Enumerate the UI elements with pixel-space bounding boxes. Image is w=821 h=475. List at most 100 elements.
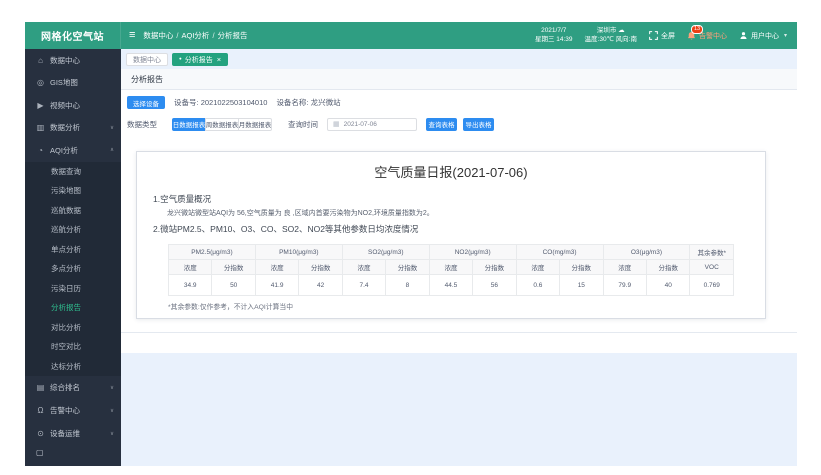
table-sub-header: 浓度 (342, 260, 385, 275)
sidebar-item-partial[interactable]: ▢ (25, 445, 121, 459)
sidebar: ⌂数据中心◎GIS地图▶视频中心▥数据分析∨◔AQI分析∧ 数据查询污染地图巡航… (25, 49, 121, 466)
table-group-header: 其余参数* (690, 245, 734, 260)
sidebar-item-data-center[interactable]: ⌂ 数据中心 (25, 49, 121, 72)
chevron-up-icon: ∧ (110, 147, 114, 153)
sidebar-subitem-cruise-analysis[interactable]: 巡航分析 (25, 220, 121, 240)
device-name-label: 设备名称: (276, 98, 308, 107)
sidebar-item-comprehensive-ranking[interactable]: ▤综合排名∨ (25, 376, 121, 399)
weather-detail: 温度:30℃ 风向:南 (585, 36, 637, 44)
query-date-input[interactable]: ▦ 2021-07-06 (327, 118, 417, 131)
chevron-down-icon: ∨ (110, 125, 114, 131)
calendar-icon: ▦ (333, 121, 340, 128)
section-header: 分析报告 (121, 69, 797, 90)
query-table-button[interactable]: 查询表格 (426, 118, 457, 131)
breadcrumb: 数据中心/AQI分析/分析报告 (143, 30, 247, 41)
sidebar-item-video-center[interactable]: ▶视频中心 (25, 94, 121, 117)
report-title: 空气质量日报(2021-07-06) (137, 162, 765, 181)
sidebar-subitem-pollution-calendar[interactable]: 污染日历 (25, 279, 121, 299)
data-type-option[interactable]: 日数据报表 (172, 118, 206, 131)
weather-city: 深圳市 (597, 27, 617, 34)
main-content: 数据中心●分析报告× 分析报告 选择设备 设备号: 20210225031040… (121, 49, 797, 466)
user-center-button[interactable]: 用户中心 ▾ (739, 31, 787, 41)
more-icon: ▢ (36, 448, 44, 457)
table-cell: 7.4 (342, 275, 385, 296)
sidebar-item-aqi-analysis[interactable]: ◔ AQI分析 ∧ (25, 139, 121, 162)
sidebar-item-label: 设备运维 (50, 428, 80, 439)
breadcrumb-separator: / (176, 31, 178, 40)
select-device-button[interactable]: 选择设备 (127, 96, 165, 109)
table-sub-header: 分指数 (386, 260, 429, 275)
bell-icon: 13 (687, 31, 696, 41)
breadcrumb-item[interactable]: AQI分析 (182, 30, 210, 41)
table-cell: 44.5 (429, 275, 472, 296)
device-name-text: 设备名称: 龙兴微站 (276, 97, 340, 108)
menu-toggle-icon[interactable]: ≡ (129, 30, 135, 41)
table-cell: 79.9 (603, 275, 646, 296)
alarm-center-button[interactable]: 13 告警中心 (687, 31, 727, 41)
sidebar-aqi-submenu: 数据查询污染地图巡航数据巡航分析单点分析多点分析污染日历分析报告对比分析时空对比… (25, 162, 121, 377)
sidebar-item-label: 告警中心 (50, 405, 80, 416)
table-sub-header: 浓度 (603, 260, 646, 275)
sidebar-item-gis-map[interactable]: ◎GIS地图 (25, 72, 121, 95)
sidebar-subitem-single-point-analysis[interactable]: 单点分析 (25, 240, 121, 260)
sidebar-item-data-analysis[interactable]: ▥ 数据分析 ∨ (25, 117, 121, 140)
breadcrumb-item[interactable]: 分析报告 (218, 30, 248, 41)
report-card: 空气质量日报(2021-07-06) 1.空气质量概况 龙兴微站微型站AQI为 … (136, 151, 766, 319)
video-icon: ▶ (36, 101, 45, 110)
table-cell: 50 (212, 275, 255, 296)
device-no-value: 2021022503104010 (201, 98, 268, 107)
sidebar-subitem-pollution-map[interactable]: 污染地图 (25, 181, 121, 201)
sidebar-subitem-standard-analysis[interactable]: 达标分析 (25, 357, 121, 377)
sidebar-subitem-spacetime-comparison[interactable]: 时空对比 (25, 337, 121, 357)
table-cell: 40 (646, 275, 689, 296)
home-icon: ⌂ (36, 56, 45, 65)
tab-label: 分析报告 (185, 55, 213, 65)
tab-analysis-report[interactable]: ●分析报告 × (172, 53, 228, 66)
table-cell: 0.6 (516, 275, 559, 296)
fullscreen-button[interactable]: 全屏 (649, 31, 675, 41)
chevron-down-icon: ▾ (784, 32, 787, 39)
tab-close-icon[interactable]: × (217, 56, 221, 64)
header-right: 2021/7/7 星期三 14:39 深圳市 ☁ 温度:30℃ 风向:南 全屏 (535, 27, 797, 44)
sidebar-item-label: GIS地图 (50, 77, 78, 88)
sidebar-item-label: 数据分析 (50, 122, 80, 133)
filter-row: 数据类型 日数据报表周数据报表月数据报表 查询时间 ▦ 2021-07-06 查… (127, 117, 494, 131)
aqi-gauge-icon: ◔ (36, 146, 45, 155)
report-overview-heading: 1.空气质量概况 (153, 193, 211, 205)
tab-data-center[interactable]: 数据中心 (126, 53, 168, 66)
export-table-button[interactable]: 导出表格 (463, 118, 494, 131)
data-type-group: 日数据报表周数据报表月数据报表 (172, 118, 272, 131)
table-sub-header: 浓度 (169, 260, 212, 275)
sidebar-subitem-data-query[interactable]: 数据查询 (25, 162, 121, 182)
report-params-heading: 2.微站PM2.5、PM10、O3、CO、SO2、NO2等其他参数日均浓度情况 (153, 223, 418, 235)
table-group-header: O3(μg/m3) (603, 245, 690, 260)
datetime-display: 2021/7/7 星期三 14:39 (535, 27, 573, 44)
device-row: 选择设备 设备号: 2021022503104010 设备名称: 龙兴微站 (127, 96, 341, 109)
query-date-value: 2021-07-06 (344, 121, 377, 128)
sidebar-subitem-comparison-analysis[interactable]: 对比分析 (25, 318, 121, 338)
content-panel: 选择设备 设备号: 2021022503104010 设备名称: 龙兴微站 数据… (121, 90, 797, 353)
sidebar-subitem-multi-point-analysis[interactable]: 多点分析 (25, 259, 121, 279)
data-type-option[interactable]: 月数据报表 (238, 118, 272, 131)
sidebar-item-label: 数据中心 (50, 55, 80, 66)
sidebar-subitem-analysis-report[interactable]: 分析报告 (25, 298, 121, 318)
sidebar-item-label: AQI分析 (50, 145, 78, 156)
table-sub-header: 分指数 (473, 260, 516, 275)
breadcrumb-item[interactable]: 数据中心 (143, 30, 173, 41)
data-type-option[interactable]: 周数据报表 (205, 118, 239, 131)
table-cell: 42 (299, 275, 342, 296)
sidebar-item-device-ops[interactable]: ⊙设备运维∨ (25, 422, 121, 445)
report-table-body: 34.95041.9427.4844.5560.61579.9400.769 (169, 275, 734, 296)
table-sub-header: 浓度 (516, 260, 559, 275)
app-window: 网格化空气站 ≡ 数据中心/AQI分析/分析报告 2021/7/7 星期三 14… (25, 22, 797, 466)
sidebar-item-alarm-center[interactable]: Ω告警中心∨ (25, 399, 121, 422)
table-group-header: PM10(μg/m3) (255, 245, 342, 260)
tab-active-dot-icon: ● (179, 57, 182, 62)
chevron-down-icon: ∨ (110, 431, 114, 437)
ranking-list-icon: ▤ (36, 383, 45, 392)
bar-chart-icon: ▥ (36, 123, 45, 132)
sidebar-subitem-cruise-data[interactable]: 巡航数据 (25, 201, 121, 221)
table-group-header-row: PM2.5(μg/m3)PM10(μg/m3)SO2(μg/m3)NO2(μg/… (169, 245, 734, 260)
device-name-value: 龙兴微站 (311, 98, 341, 107)
table-cell: 56 (473, 275, 516, 296)
